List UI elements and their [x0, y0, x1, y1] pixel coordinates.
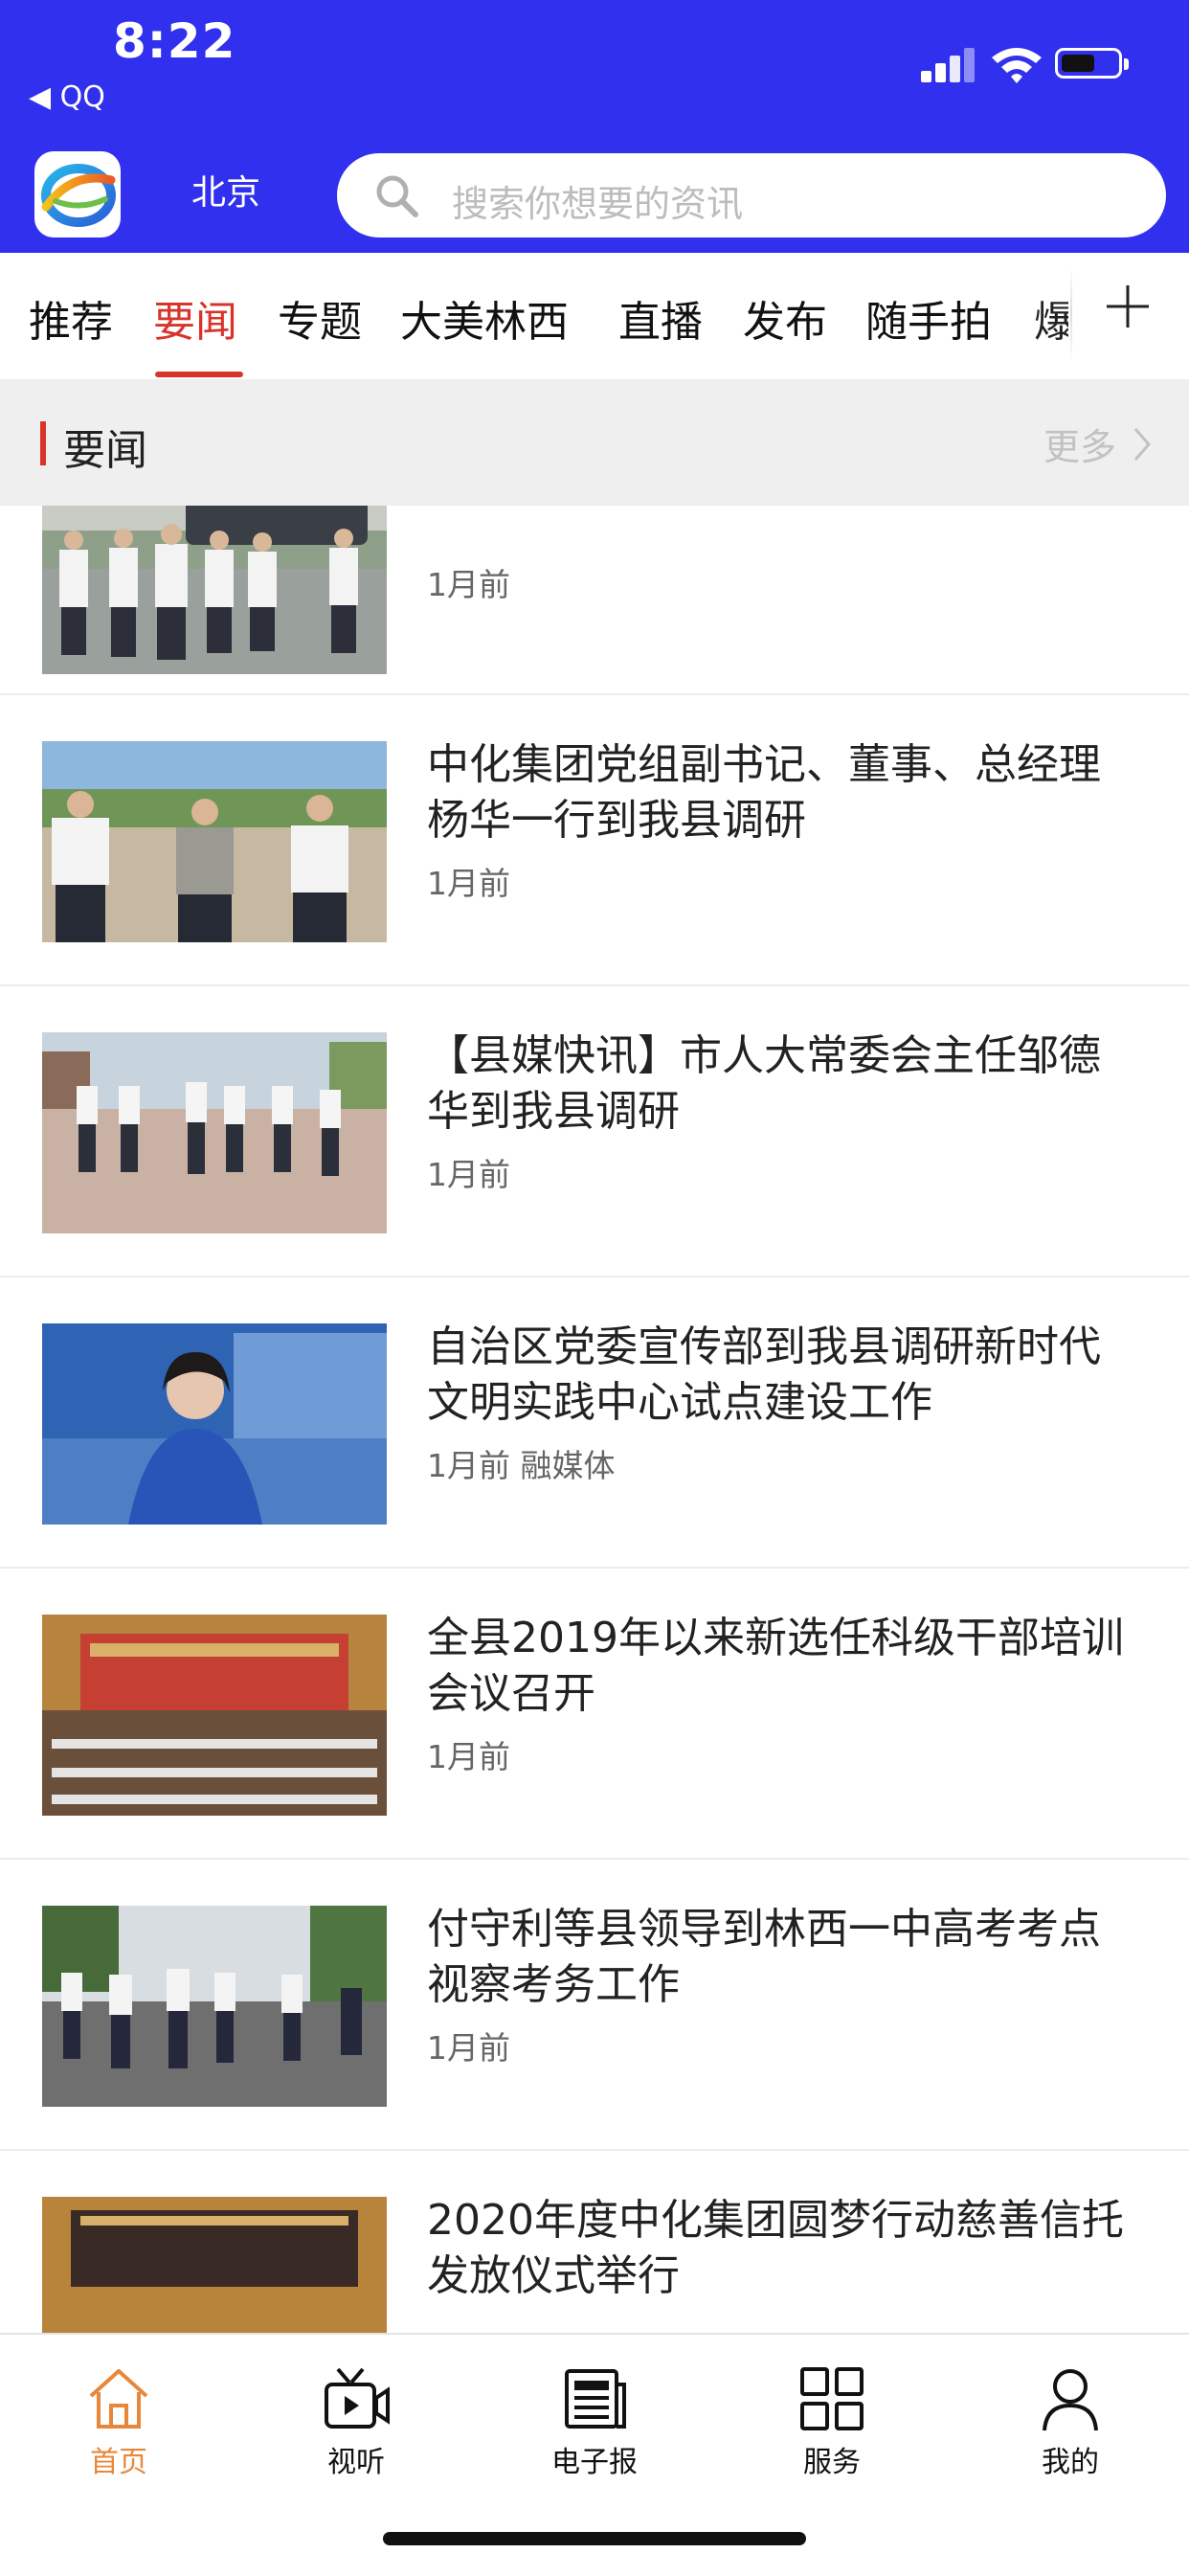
user-icon: [1043, 2369, 1098, 2431]
add-channel-icon[interactable]: [1101, 280, 1155, 333]
news-thumbnail: [42, 1906, 387, 2107]
tab-beautiful-linxi[interactable]: 大美林西: [400, 287, 569, 349]
app-logo-icon[interactable]: [34, 151, 121, 237]
news-item[interactable]: 全县2019年以来新选任科级干部培训会议召开 1月前: [0, 1569, 1189, 1860]
news-title: 全县2019年以来新选任科级干部培训会议召开: [427, 1614, 1124, 1718]
news-thumbnail: [42, 2197, 387, 2333]
tab-more-partial[interactable]: 爆: [1034, 287, 1068, 345]
search-icon: [376, 175, 418, 217]
battery-icon: [1055, 48, 1129, 79]
home-indicator[interactable]: [383, 2532, 806, 2545]
news-item[interactable]: 【县媒快讯】市人大常委会主任邹德华到我县调研 1月前: [0, 986, 1189, 1277]
news-item[interactable]: 自治区党委宣传部到我县调研新时代文明实践中心试点建设工作 1月前 融媒体: [0, 1277, 1189, 1569]
bottom-tab-video[interactable]: 视听: [289, 2363, 423, 2497]
news-item[interactable]: 中化集团党组副书记、董事、总经理杨华一行到我县调研 1月前: [0, 695, 1189, 986]
news-meta: 1月前: [427, 865, 510, 902]
tab-live[interactable]: 直播: [618, 287, 703, 349]
newspaper-icon: [565, 2369, 626, 2429]
cellular-signal-icon: [921, 44, 978, 82]
wifi-icon: [992, 48, 1042, 83]
news-thumbnail: [42, 741, 387, 942]
news-thumbnail: [42, 1323, 387, 1525]
tab-topics[interactable]: 专题: [278, 287, 362, 349]
news-list: 自治区党委常委、统战部部长段志强到我县调研 1月前 中化集团党组副: [0, 506, 1189, 2333]
tabs-divider: [1070, 266, 1072, 362]
status-time: 8:22: [113, 13, 236, 69]
home-icon: [89, 2369, 148, 2429]
section-accent-bar: [40, 421, 46, 465]
search-placeholder: 搜索你想要的资讯: [452, 183, 744, 225]
news-item[interactable]: 2020年度中化集团圆梦行动慈善信托发放仪式举行: [0, 2151, 1189, 2333]
bottom-tab-me[interactable]: 我的: [1003, 2363, 1137, 2497]
city-selector[interactable]: 北京: [191, 165, 260, 215]
news-meta: 1月前: [427, 1738, 510, 1775]
grid-icon: [800, 2367, 864, 2430]
news-meta: 1月前: [427, 566, 510, 603]
more-link[interactable]: 更多: [1043, 418, 1116, 470]
news-item[interactable]: 自治区党委常委、统战部部长段志强到我县调研 1月前: [0, 506, 1189, 695]
news-title: 【县媒快讯】市人大常委会主任邹德华到我县调研: [427, 1031, 1101, 1136]
news-title: 自治区党委宣传部到我县调研新时代文明实践中心试点建设工作: [427, 1322, 1101, 1427]
news-thumbnail: [42, 506, 387, 674]
channel-tabs: 推荐 要闻 专题 大美林西 直播 发布 随手拍 爆: [0, 253, 1189, 377]
news-title: 2020年度中化集团圆梦行动慈善信托发放仪式举行: [427, 2196, 1124, 2300]
bottom-tab-home[interactable]: 首页: [52, 2363, 186, 2497]
news-title: 付守利等县领导到林西一中高考考点视察考务工作: [427, 1905, 1101, 2009]
bottom-tab-services[interactable]: 服务: [765, 2363, 899, 2497]
news-title: 中化集团党组副书记、董事、总经理杨华一行到我县调研: [427, 740, 1101, 845]
bottom-tab-newspaper[interactable]: 电子报: [527, 2363, 662, 2497]
section-header: 要闻 更多: [0, 379, 1189, 506]
news-meta: 1月前 融媒体: [427, 1447, 616, 1484]
status-icons: [921, 44, 1189, 86]
section-title: 要闻: [63, 426, 147, 475]
news-thumbnail: [42, 1615, 387, 1816]
active-tab-indicator: [155, 372, 243, 377]
app-header: 8:22 ◀ QQ 北京 搜索你想要的资讯: [0, 0, 1189, 253]
news-item[interactable]: 付守利等县领导到林西一中高考考点视察考务工作 1月前: [0, 1860, 1189, 2151]
chevron-right-icon[interactable]: [1130, 425, 1155, 463]
news-title: 自治区党委常委、统战部部长段志强到我县调研: [427, 506, 1135, 515]
tab-headlines[interactable]: 要闻: [153, 287, 237, 349]
tab-recommend[interactable]: 推荐: [29, 287, 113, 349]
news-thumbnail: [42, 1032, 387, 1233]
news-meta: 1月前: [427, 2029, 510, 2067]
video-tv-icon: [325, 2367, 390, 2429]
back-to-qq-link[interactable]: ◀ QQ: [29, 80, 105, 114]
tab-snapshot[interactable]: 随手拍: [865, 287, 992, 349]
tab-publish[interactable]: 发布: [743, 287, 827, 349]
news-meta: 1月前: [427, 1156, 510, 1193]
search-bar[interactable]: 搜索你想要的资讯: [337, 153, 1166, 237]
